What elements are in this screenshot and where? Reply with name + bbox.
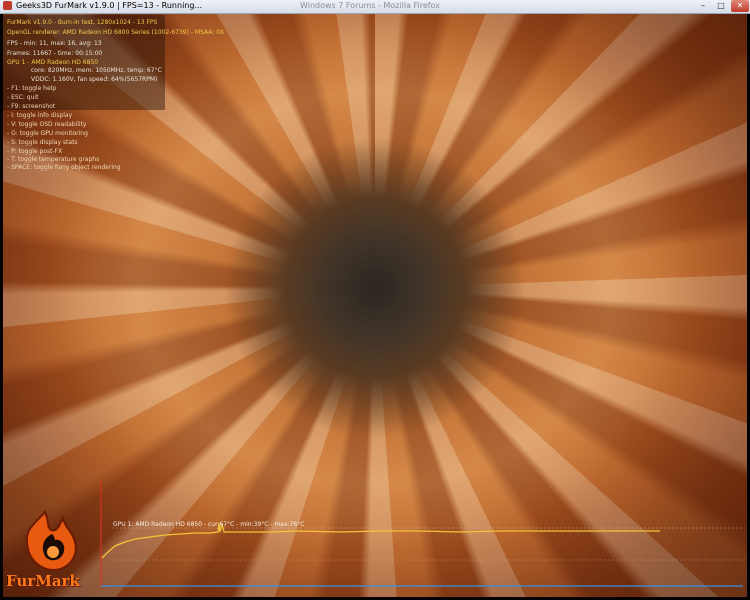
help-item: - S: toggle display stats <box>7 139 78 146</box>
help-item: - SPACE: toggle furry object rendering <box>7 164 121 171</box>
help-item: - F9: screenshot <box>7 103 56 110</box>
window-title: Geeks3D FurMark v1.9.0 | FPS=13 - Runnin… <box>16 1 203 10</box>
temperature-graph <box>100 480 745 590</box>
osd-renderer-line: OpenGL renderer: AMD Radeon HD 6800 Seri… <box>7 29 225 36</box>
close-button[interactable]: ✕ <box>731 0 749 12</box>
help-item: - T: toggle temperature graphs <box>7 156 100 163</box>
help-item: - G: toggle GPU monitoring <box>7 130 88 137</box>
osd-voltage-line: VDDC: 1.160V, fan speed: 64%(5657RPM) <box>31 76 158 83</box>
osd-clock-line: core: 820MHz, mem: 1050MHz, temp: 67°C <box>31 67 162 74</box>
background-window-title: Windows 7 Forums - Mozilla Firefox <box>300 1 440 10</box>
help-item: - I: toggle info display <box>7 112 73 119</box>
furmark-app-icon <box>3 1 12 10</box>
furmark-logo-text: FurMark <box>6 572 80 590</box>
osd-frames-line: Frames: 11667 - time: 00:15:00 <box>7 50 103 57</box>
help-item: - V: toggle OSD readability <box>7 121 87 128</box>
maximize-button[interactable]: □ <box>714 0 728 12</box>
help-item: - F1: toggle help <box>7 85 57 92</box>
osd-title-line: FurMark v1.9.0 - Burn-in test, 1280x1024… <box>7 19 158 26</box>
window-title-bar[interactable]: Geeks3D FurMark v1.9.0 | FPS=13 - Runnin… <box>0 0 750 14</box>
graph-label: GPU 1: AMD Radeon HD 6850 - cur:67°C - m… <box>113 521 305 528</box>
osd-gpu-line: GPU 1 - AMD Radeon HD 6850 <box>7 59 99 66</box>
osd-fps-line: FPS - min: 11, max: 16, avg: 13 <box>7 40 102 47</box>
help-item: - ESC: quit <box>7 94 39 101</box>
help-item: - P: toggle post-FX <box>7 148 63 155</box>
minimize-button[interactable]: – <box>696 0 710 12</box>
